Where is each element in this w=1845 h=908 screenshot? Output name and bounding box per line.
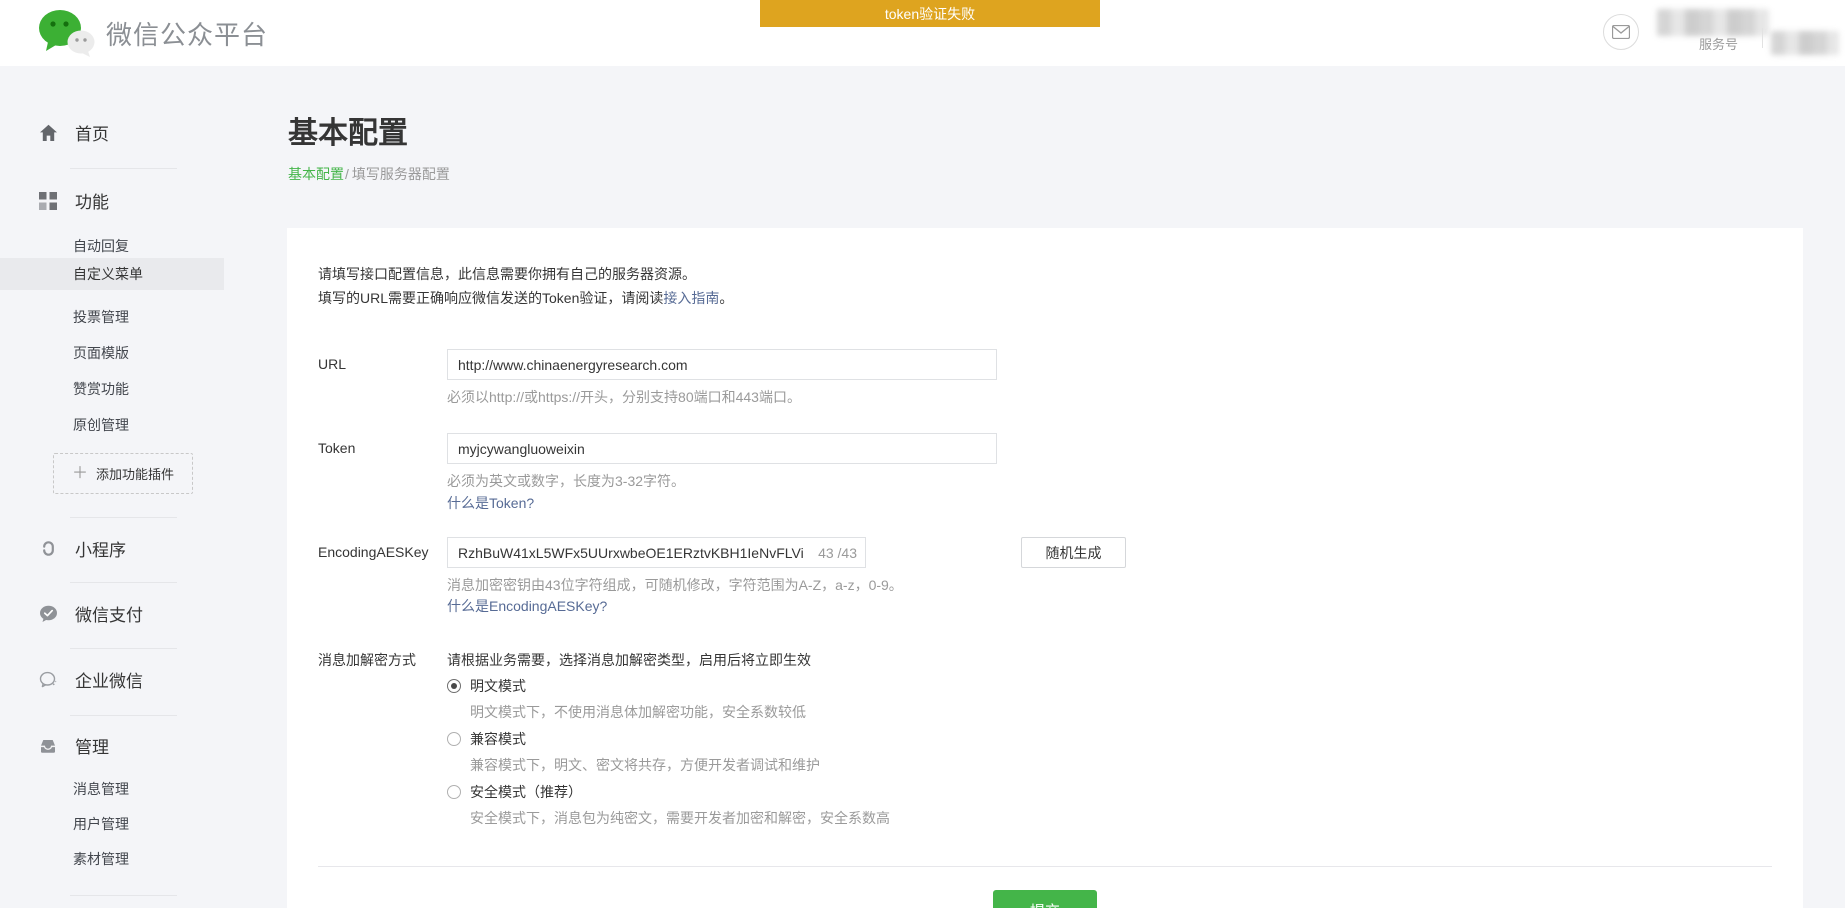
aeskey-help: 消息加密密钥由43位字符组成，可随机修改，字符范围为A-Z，a-z，0-9。 bbox=[447, 577, 903, 593]
crypto-label: 消息加解密方式 bbox=[318, 652, 416, 668]
sidebar-item-features[interactable]: 功能 bbox=[39, 188, 109, 213]
intro-line-1: 请填写接口配置信息，此信息需要你拥有自己的服务器资源。 bbox=[318, 266, 696, 282]
random-generate-button[interactable]: 随机生成 bbox=[1021, 537, 1126, 568]
account-action-redacted[interactable] bbox=[1771, 31, 1839, 55]
sidebar-item-home[interactable]: 首页 bbox=[39, 120, 109, 145]
wechat-logo-icon bbox=[39, 10, 95, 57]
sidebar-divider bbox=[70, 517, 177, 518]
radio-compatible-mode[interactable]: 兼容模式 bbox=[447, 729, 526, 749]
sidebar-item-work-wechat[interactable]: 企业微信 bbox=[39, 667, 143, 692]
crypto-description: 请根据业务需要，选择消息加解密类型，启用后将立即生效 bbox=[447, 652, 811, 668]
url-input[interactable] bbox=[447, 349, 997, 380]
sidebar-item-vote-management[interactable]: 投票管理 bbox=[73, 307, 129, 327]
wechat-mp-basic-config-page: 微信公众平台 token验证失败 服务号 首页 功能 自动回复 自定义菜单 投票… bbox=[0, 0, 1845, 908]
aeskey-label: EncodingAESKey bbox=[318, 544, 429, 560]
sidebar-item-original-management[interactable]: 原创管理 bbox=[73, 415, 129, 435]
page-title: 基本配置 bbox=[288, 117, 408, 150]
work-wechat-icon bbox=[39, 670, 58, 689]
submit-button[interactable]: 提交 bbox=[993, 890, 1097, 908]
brand[interactable]: 微信公众平台 bbox=[36, 9, 268, 57]
top-header: 微信公众平台 token验证失败 服务号 bbox=[0, 0, 1845, 66]
grid-icon bbox=[39, 191, 58, 210]
url-label: URL bbox=[318, 356, 347, 372]
token-label: Token bbox=[318, 440, 356, 456]
card-divider bbox=[318, 866, 1772, 867]
what-is-token-link[interactable]: 什么是Token? bbox=[447, 495, 534, 511]
radio-icon[interactable] bbox=[447, 785, 461, 799]
toast-message: token验证失败 bbox=[884, 5, 976, 22]
sidebar-item-custom-menu[interactable]: 自定义菜单 bbox=[0, 258, 224, 290]
wechat-pay-icon bbox=[39, 604, 58, 623]
account-name-redacted bbox=[1657, 9, 1769, 36]
aeskey-input[interactable] bbox=[447, 537, 866, 568]
radio-plaintext-desc: 明文模式下，不使用消息体加解密功能，安全系数较低 bbox=[470, 704, 806, 720]
sidebar-item-message-management[interactable]: 消息管理 bbox=[73, 779, 129, 799]
radio-secure-desc: 安全模式下，消息包为纯密文，需要开发者加密和解密，安全系数高 bbox=[470, 810, 890, 826]
intro-text: 请填写接口配置信息，此信息需要你拥有自己的服务器资源。 填写的URL需要正确响应… bbox=[318, 262, 733, 310]
breadcrumb-current: 填写服务器配置 bbox=[351, 166, 450, 182]
radio-compatible-desc: 兼容模式下，明文、密文将共存，方便开发者调试和维护 bbox=[470, 757, 820, 773]
plus-icon: ＋ bbox=[71, 464, 88, 482]
what-is-aeskey-link[interactable]: 什么是EncodingAESKey? bbox=[447, 598, 607, 614]
url-help: 必须以http://或https://开头，分别支持80端口和443端口。 bbox=[447, 389, 801, 405]
server-config-card: 请填写接口配置信息，此信息需要你拥有自己的服务器资源。 填写的URL需要正确响应… bbox=[287, 228, 1803, 908]
mini-program-icon bbox=[39, 539, 58, 558]
sidebar-item-reward-feature[interactable]: 赞赏功能 bbox=[73, 379, 129, 399]
sidebar-item-page-template[interactable]: 页面模版 bbox=[73, 343, 129, 363]
toast-banner: token验证失败 bbox=[760, 0, 1100, 27]
header-account-area: 服务号 bbox=[1585, 0, 1845, 66]
token-row: Token bbox=[318, 433, 1718, 464]
sidebar-item-wechat-pay[interactable]: 微信支付 bbox=[39, 601, 143, 626]
sidebar-item-management[interactable]: 管理 bbox=[39, 733, 109, 758]
token-input[interactable] bbox=[447, 433, 997, 464]
sidebar-divider bbox=[70, 715, 177, 716]
header-divider bbox=[1762, 28, 1763, 48]
account-type-label: 服务号 bbox=[1699, 37, 1739, 52]
sidebar-item-auto-reply[interactable]: 自动回复 bbox=[73, 236, 129, 256]
sidebar-item-label: 企业微信 bbox=[75, 672, 143, 691]
sidebar-item-user-management[interactable]: 用户管理 bbox=[73, 814, 129, 834]
sidebar-item-label: 管理 bbox=[75, 738, 109, 757]
aeskey-link-row: 什么是EncodingAESKey? bbox=[447, 596, 607, 616]
sidebar-item-label: 功能 bbox=[75, 193, 109, 212]
add-plugin-button[interactable]: ＋ 添加功能插件 bbox=[53, 453, 193, 494]
radio-icon[interactable] bbox=[447, 679, 461, 693]
breadcrumb: 基本配置/填写服务器配置 bbox=[288, 164, 450, 184]
sidebar: 首页 功能 自动回复 自定义菜单 投票管理 页面模版 赞赏功能 原创管理 ＋ 添… bbox=[0, 66, 225, 908]
radio-secure-mode[interactable]: 安全模式（推荐） bbox=[447, 782, 582, 802]
radio-icon[interactable] bbox=[447, 732, 461, 746]
sidebar-item-label: 首页 bbox=[75, 125, 109, 144]
access-guide-link[interactable]: 接入指南 bbox=[663, 290, 719, 306]
intro-line-2: 填写的URL需要正确响应微信发送的Token验证，请阅读接入指南。 bbox=[318, 290, 734, 306]
sidebar-item-label: 微信支付 bbox=[75, 606, 143, 625]
breadcrumb-separator: / bbox=[345, 166, 349, 182]
sidebar-item-mini-program[interactable]: 小程序 bbox=[39, 536, 126, 561]
sidebar-divider bbox=[70, 168, 177, 169]
sidebar-divider bbox=[70, 582, 177, 583]
sidebar-divider bbox=[70, 648, 177, 649]
envelope-icon bbox=[1612, 25, 1630, 39]
add-plugin-label: 添加功能插件 bbox=[96, 467, 175, 482]
sidebar-item-label: 小程序 bbox=[75, 541, 126, 560]
radio-plaintext-mode[interactable]: 明文模式 bbox=[447, 676, 526, 696]
sidebar-item-material-management[interactable]: 素材管理 bbox=[73, 849, 129, 869]
home-icon bbox=[39, 123, 58, 142]
breadcrumb-link-basic-config[interactable]: 基本配置 bbox=[288, 166, 344, 182]
brand-title: 微信公众平台 bbox=[106, 19, 269, 50]
aeskey-row: EncodingAESKey 43 /43 随机生成 bbox=[318, 537, 1718, 568]
sidebar-divider bbox=[70, 895, 177, 896]
token-help: 必须为英文或数字，长度为3-32字符。 bbox=[447, 473, 686, 489]
token-link-row: 什么是Token? bbox=[447, 493, 534, 513]
notifications-button[interactable] bbox=[1603, 14, 1639, 50]
url-row: URL bbox=[318, 349, 1718, 380]
inbox-icon bbox=[39, 736, 58, 755]
